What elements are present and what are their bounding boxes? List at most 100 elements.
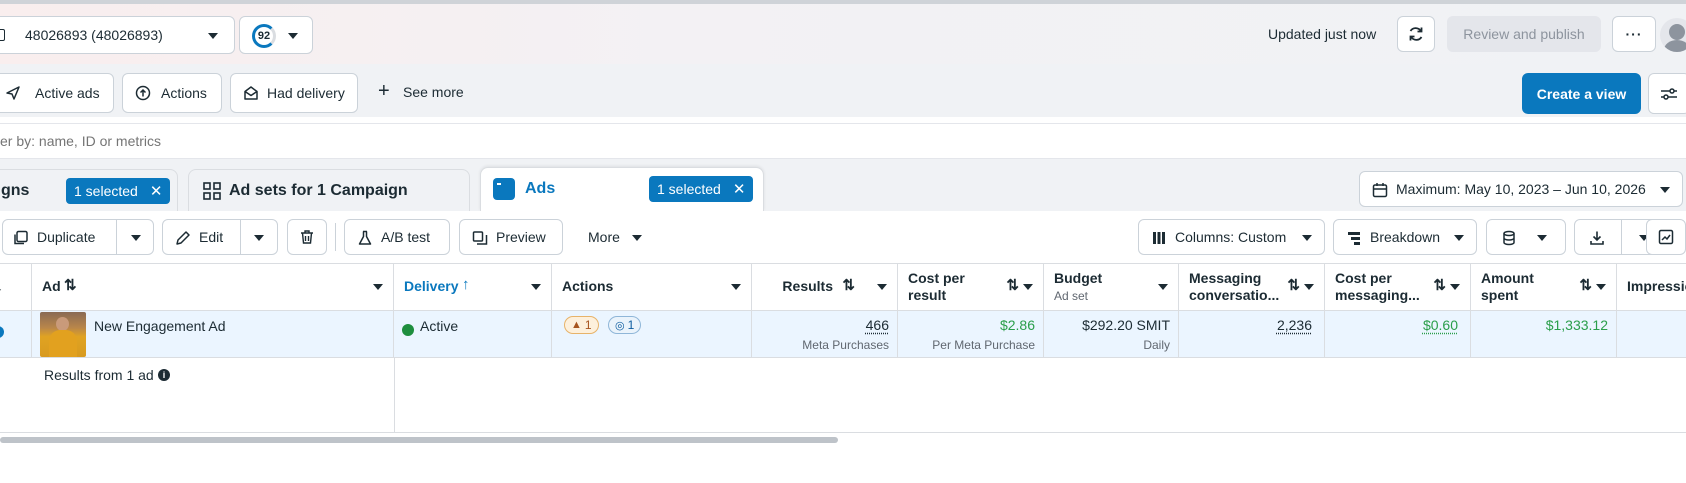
column-amount-line1: Amount [1481,270,1534,286]
chevron-down-icon[interactable] [131,235,141,241]
updated-status: Updated just now [1268,26,1377,42]
cost-per-messaging-cell: $0.60 [1325,311,1471,357]
avatar[interactable] [1660,18,1686,52]
tab-ads[interactable]: Ads 1 selected ✕ [480,167,764,211]
actions-cell: ▲ 1 ◎ 1 [552,311,752,357]
more-button[interactable]: More [576,219,652,255]
info-icon[interactable]: i [158,369,170,381]
results-summary-row: Results from 1 ad i [0,358,1686,433]
delivery-cell: Active [394,311,552,357]
column-header-results[interactable]: Results ⇅ [752,264,898,310]
ab-test-button[interactable]: A/B test [344,219,450,255]
chevron-down-icon[interactable] [1596,284,1606,290]
flask-icon [358,230,372,245]
trash-icon [301,230,313,244]
sort-icon[interactable]: ⇅ [1006,276,1019,294]
had-delivery-label: Had delivery [267,85,345,101]
column-amount-line2: spent [1481,287,1519,303]
column-header-budget[interactable]: Budget Ad set [1044,264,1179,310]
cost-per-messaging-value[interactable]: $0.60 [1423,317,1458,333]
selected-indicator[interactable] [0,326,4,338]
results-value[interactable]: 466 [866,317,889,333]
level-tabs: gns 1 selected ✕ Ad sets for 1 Campaign … [0,159,1686,211]
sort-icon[interactable]: ⇅ [1433,276,1446,294]
chevron-down-icon[interactable] [877,284,887,290]
breakdown-button[interactable]: Breakdown [1333,219,1477,255]
tab-campaigns[interactable]: gns 1 selected ✕ [0,169,178,211]
chevron-down-icon [1660,187,1670,193]
select-column-header[interactable]: ↓ [0,264,32,310]
columns-button[interactable]: Columns: Custom [1138,219,1325,255]
reports-button[interactable] [1486,219,1566,255]
duplicate-button[interactable]: Duplicate [2,219,154,255]
close-icon[interactable]: ✕ [150,182,163,200]
sort-icon[interactable]: ⇅ [1287,276,1300,294]
chevron-down-icon[interactable] [1023,284,1033,290]
column-actions-label: Actions [562,278,614,294]
chevron-down-icon[interactable] [373,284,383,290]
column-header-cost-per-messaging[interactable]: Cost per messaging... ⇅ [1325,264,1471,310]
chevron-down-icon[interactable] [1158,284,1168,290]
ads-selected-badge[interactable]: 1 selected ✕ [649,176,754,202]
pencil-icon [176,231,190,245]
actions-chip[interactable]: Actions [122,73,222,113]
open-charts-button[interactable] [1646,219,1686,255]
sort-icon[interactable]: ⇅ [64,276,77,294]
campaigns-selected-badge[interactable]: 1 selected ✕ [66,178,171,204]
chevron-down-icon[interactable] [1304,284,1314,290]
ad-name[interactable]: New Engagement Ad [94,318,226,334]
chevron-down-icon[interactable] [731,284,741,290]
warning-badge[interactable]: ▲ 1 [564,316,599,334]
edit-button[interactable]: Edit [162,219,278,255]
filter-chips-bar: Active ads Actions Had delivery + See mo… [0,64,1686,117]
account-selector[interactable]: 48026893 (48026893) [0,16,235,54]
top-bar: 48026893 (48026893) 92 Updated just now … [0,4,1686,64]
review-publish-button[interactable]: Review and publish [1447,16,1601,52]
column-header-delivery[interactable]: Delivery ↑ [394,264,552,310]
refresh-button[interactable] [1397,16,1435,52]
had-delivery-chip[interactable]: Had delivery [230,73,358,113]
sort-icon[interactable]: ⇅ [842,276,855,294]
close-icon[interactable]: ✕ [733,180,746,198]
column-header-ad[interactable]: Ad ⇅ [32,264,394,310]
opportunity-score-button[interactable]: 92 [239,16,313,54]
preview-button[interactable]: Preview [459,219,563,255]
ads-selected-label: 1 selected [657,181,721,197]
action-badge[interactable]: ◎ 1 [608,316,642,334]
column-header-actions[interactable]: Actions [552,264,752,310]
sliders-icon [1661,87,1677,100]
tab-adsets[interactable]: Ad sets for 1 Campaign [188,169,470,211]
date-range-picker[interactable]: Maximum: May 10, 2023 – Jun 10, 2026 [1359,171,1683,207]
search-input[interactable] [0,124,1686,158]
delete-button[interactable] [287,219,327,255]
edit-label: Edit [199,229,224,245]
create-view-label: Create a view [1536,85,1627,102]
column-header-impressions[interactable]: Impressio [1617,264,1686,310]
preview-label: Preview [496,229,546,245]
action-count: 1 [627,318,635,332]
send-icon [6,86,20,100]
column-header-amount-spent[interactable]: Amount spent ⇅ [1471,264,1617,310]
ad-name-cell[interactable]: New Engagement Ad [32,311,394,357]
create-view-button[interactable]: Create a view [1522,73,1641,114]
more-options-button[interactable]: ··· [1612,16,1656,52]
column-header-messaging[interactable]: Messaging conversatio... ⇅ [1179,264,1325,310]
ad-thumbnail [40,312,86,357]
active-ads-chip[interactable]: Active ads [0,73,114,113]
avatar-body-icon [1664,40,1686,52]
chevron-down-icon [632,235,642,241]
more-label: More [588,229,620,245]
messaging-value[interactable]: 2,236 [1277,317,1312,333]
chevron-down-icon[interactable] [531,284,541,290]
sort-ascending-icon[interactable]: ↑ [462,276,470,293]
columns-label: Columns: Custom [1175,229,1287,245]
actions-label: Actions [161,85,207,101]
column-header-cost-per-result[interactable]: Cost per result ⇅ [898,264,1044,310]
horizontal-scrollbar[interactable] [0,437,838,443]
chevron-down-icon[interactable] [254,235,264,241]
sort-icon[interactable]: ⇅ [1579,276,1592,294]
row-select-cell[interactable] [0,311,32,357]
table-row[interactable]: New Engagement Ad Active ▲ 1 ◎ 1 466 Meta … [0,311,1686,358]
chevron-down-icon[interactable] [1450,284,1460,290]
view-settings-button[interactable] [1648,73,1686,114]
